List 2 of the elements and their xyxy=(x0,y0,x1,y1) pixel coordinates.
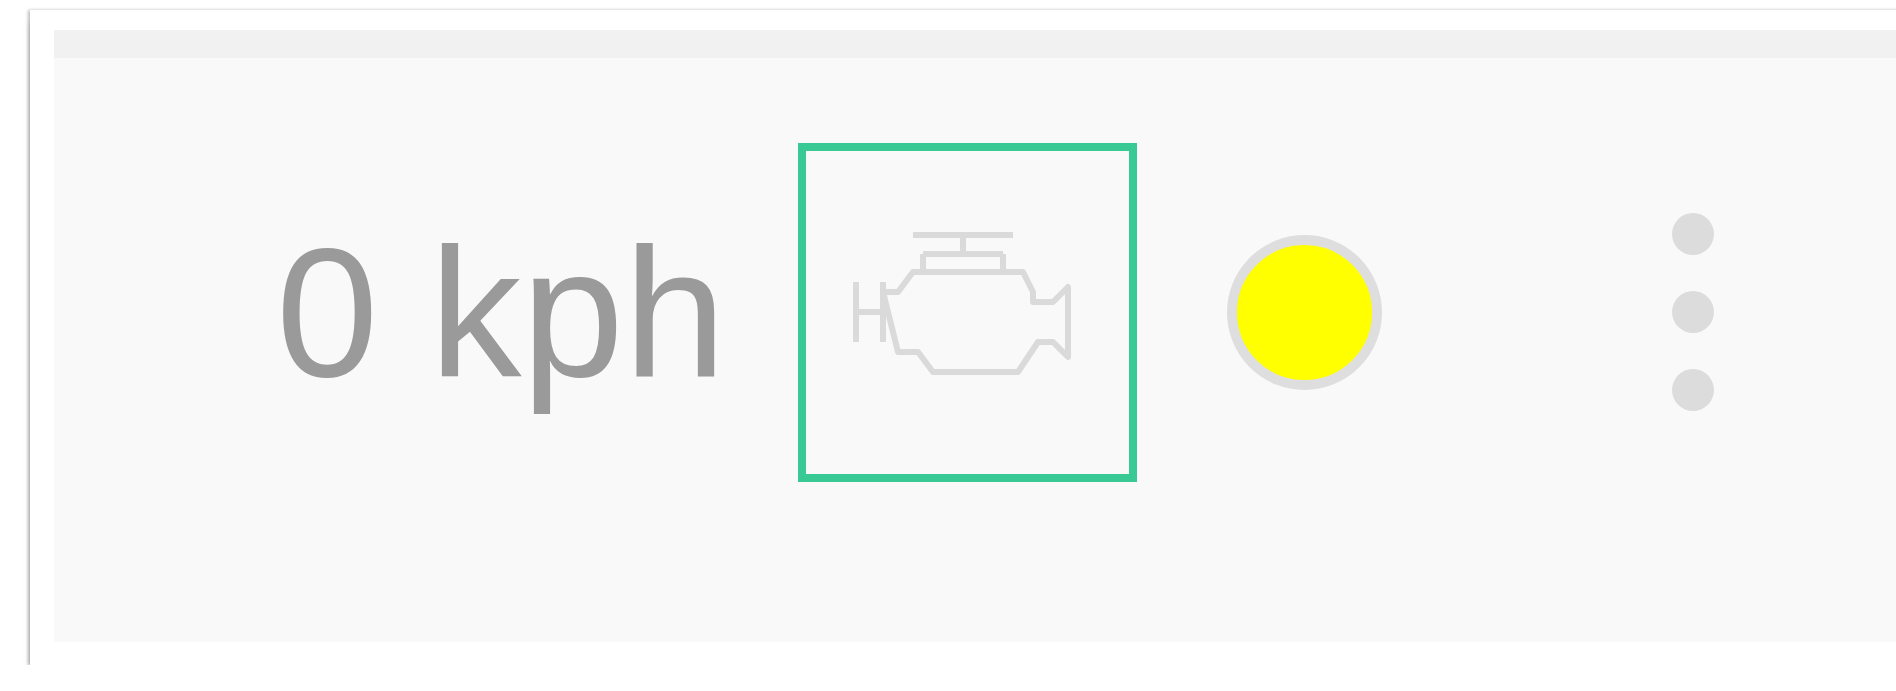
speed-reading: 0 kph xyxy=(276,208,727,417)
more-menu-button[interactable] xyxy=(1672,213,1715,411)
